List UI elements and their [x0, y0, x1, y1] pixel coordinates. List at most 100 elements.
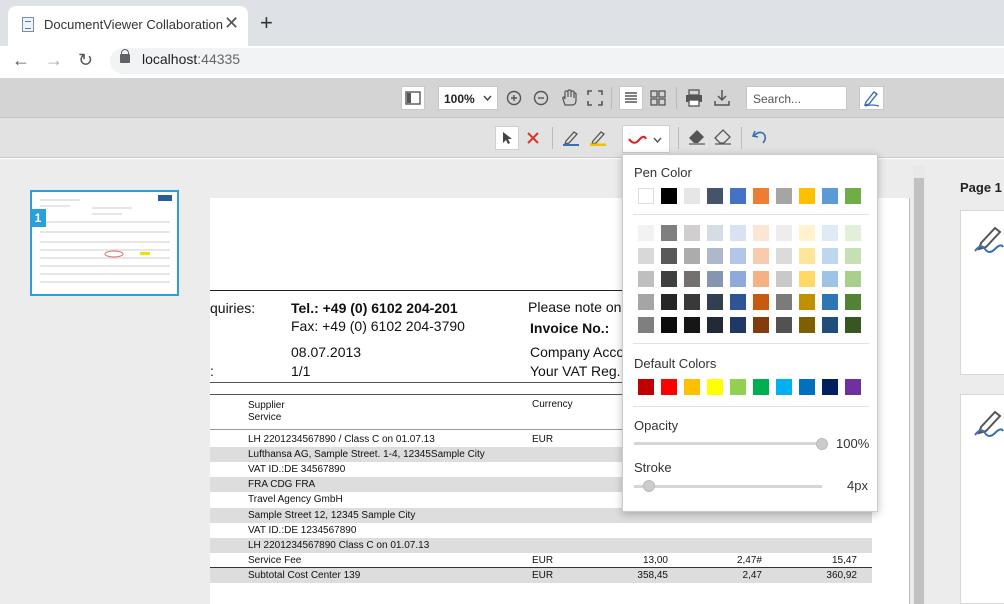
opacity-slider-track[interactable] — [634, 442, 822, 445]
color-swatch[interactable] — [707, 271, 723, 287]
color-swatch[interactable] — [845, 225, 861, 241]
color-swatch[interactable] — [638, 379, 654, 395]
color-swatch[interactable] — [661, 271, 677, 287]
pen-color-dropdown[interactable] — [622, 125, 670, 153]
color-swatch[interactable] — [730, 317, 746, 333]
browser-tab[interactable]: DocumentViewer Collaboration ✕ — [8, 6, 248, 46]
color-swatch[interactable] — [822, 248, 838, 264]
print-icon[interactable] — [685, 89, 703, 107]
color-swatch[interactable] — [661, 225, 677, 241]
color-swatch[interactable] — [730, 271, 746, 287]
color-swatch[interactable] — [661, 248, 677, 264]
signature-card[interactable] — [960, 394, 1004, 604]
eraser-icon[interactable] — [688, 129, 706, 145]
color-swatch[interactable] — [661, 188, 677, 204]
scrollbar-thumb[interactable] — [914, 178, 924, 604]
color-swatch[interactable] — [730, 225, 746, 241]
color-swatch[interactable] — [638, 188, 654, 204]
color-swatch[interactable] — [799, 379, 815, 395]
color-swatch[interactable] — [638, 271, 654, 287]
color-swatch[interactable] — [684, 379, 700, 395]
color-swatch[interactable] — [776, 379, 792, 395]
close-tab-icon[interactable]: ✕ — [224, 14, 239, 32]
color-swatch[interactable] — [799, 294, 815, 310]
download-icon[interactable] — [713, 89, 731, 107]
color-swatch[interactable] — [753, 248, 769, 264]
color-swatch[interactable] — [822, 294, 838, 310]
color-swatch[interactable] — [684, 271, 700, 287]
color-swatch[interactable] — [845, 317, 861, 333]
color-swatch[interactable] — [753, 317, 769, 333]
grid-view-icon[interactable] — [650, 90, 666, 106]
delete-annotation-icon[interactable] — [526, 131, 540, 145]
undo-icon[interactable] — [751, 128, 769, 146]
color-swatch[interactable] — [730, 188, 746, 204]
color-swatch[interactable] — [822, 225, 838, 241]
color-swatch[interactable] — [661, 294, 677, 310]
color-swatch[interactable] — [753, 225, 769, 241]
color-swatch[interactable] — [776, 294, 792, 310]
opacity-slider-knob[interactable] — [816, 438, 828, 450]
color-swatch[interactable] — [845, 294, 861, 310]
new-tab-button[interactable]: + — [260, 12, 273, 34]
zoom-in-icon[interactable] — [506, 90, 522, 106]
color-swatch[interactable] — [638, 248, 654, 264]
back-button[interactable]: ← — [12, 50, 30, 70]
color-swatch[interactable] — [753, 188, 769, 204]
color-swatch[interactable] — [845, 248, 861, 264]
color-swatch[interactable] — [684, 294, 700, 310]
color-swatch[interactable] — [799, 225, 815, 241]
color-swatch[interactable] — [753, 379, 769, 395]
zoom-out-icon[interactable] — [533, 90, 549, 106]
sidebar-toggle-icon[interactable] — [401, 86, 425, 110]
color-swatch[interactable] — [730, 294, 746, 310]
color-swatch[interactable] — [776, 188, 792, 204]
color-swatch[interactable] — [799, 271, 815, 287]
color-swatch[interactable] — [799, 248, 815, 264]
color-swatch[interactable] — [707, 379, 723, 395]
color-swatch[interactable] — [822, 317, 838, 333]
highlighter-tool-icon[interactable] — [589, 128, 607, 146]
color-swatch[interactable] — [684, 317, 700, 333]
color-swatch[interactable] — [799, 317, 815, 333]
signature-card[interactable] — [960, 210, 1004, 375]
color-swatch[interactable] — [638, 294, 654, 310]
annotate-toggle-button[interactable] — [859, 86, 884, 110]
color-swatch[interactable] — [845, 271, 861, 287]
pan-hand-icon[interactable] — [560, 89, 578, 107]
stroke-slider-track[interactable] — [634, 485, 822, 488]
color-swatch[interactable] — [822, 271, 838, 287]
color-swatch[interactable] — [799, 188, 815, 204]
color-swatch[interactable] — [707, 317, 723, 333]
color-swatch[interactable] — [845, 379, 861, 395]
color-swatch[interactable] — [684, 248, 700, 264]
color-swatch[interactable] — [776, 317, 792, 333]
color-swatch[interactable] — [730, 248, 746, 264]
stroke-slider-knob[interactable] — [643, 480, 656, 492]
pen-tool-icon[interactable] — [562, 128, 580, 146]
eraser-outline-icon[interactable] — [714, 129, 732, 145]
color-swatch[interactable] — [776, 225, 792, 241]
color-swatch[interactable] — [776, 248, 792, 264]
select-tool-button[interactable] — [495, 126, 519, 150]
color-swatch[interactable] — [730, 379, 746, 395]
color-swatch[interactable] — [707, 248, 723, 264]
reload-button[interactable]: ↻ — [78, 50, 93, 70]
color-swatch[interactable] — [753, 294, 769, 310]
color-swatch[interactable] — [684, 188, 700, 204]
color-swatch[interactable] — [684, 225, 700, 241]
color-swatch[interactable] — [707, 294, 723, 310]
color-swatch[interactable] — [661, 379, 677, 395]
color-swatch[interactable] — [707, 225, 723, 241]
color-swatch[interactable] — [822, 188, 838, 204]
color-swatch[interactable] — [845, 188, 861, 204]
search-input[interactable]: Search... — [746, 86, 847, 110]
single-page-view-icon[interactable] — [619, 86, 643, 110]
color-swatch[interactable] — [661, 317, 677, 333]
color-swatch[interactable] — [753, 271, 769, 287]
forward-button[interactable]: → — [45, 50, 63, 70]
color-swatch[interactable] — [822, 379, 838, 395]
url-field[interactable] — [110, 48, 1004, 74]
color-swatch[interactable] — [638, 225, 654, 241]
color-swatch[interactable] — [638, 317, 654, 333]
